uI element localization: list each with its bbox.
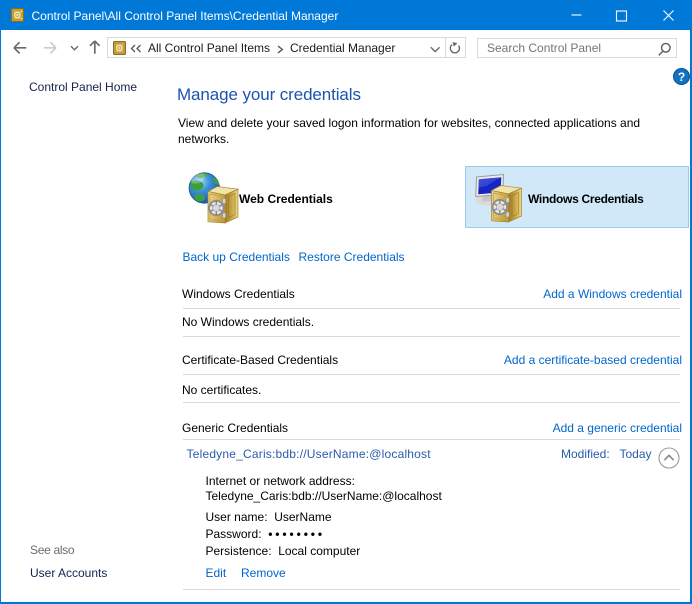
svg-text:?: ? [678,69,685,83]
